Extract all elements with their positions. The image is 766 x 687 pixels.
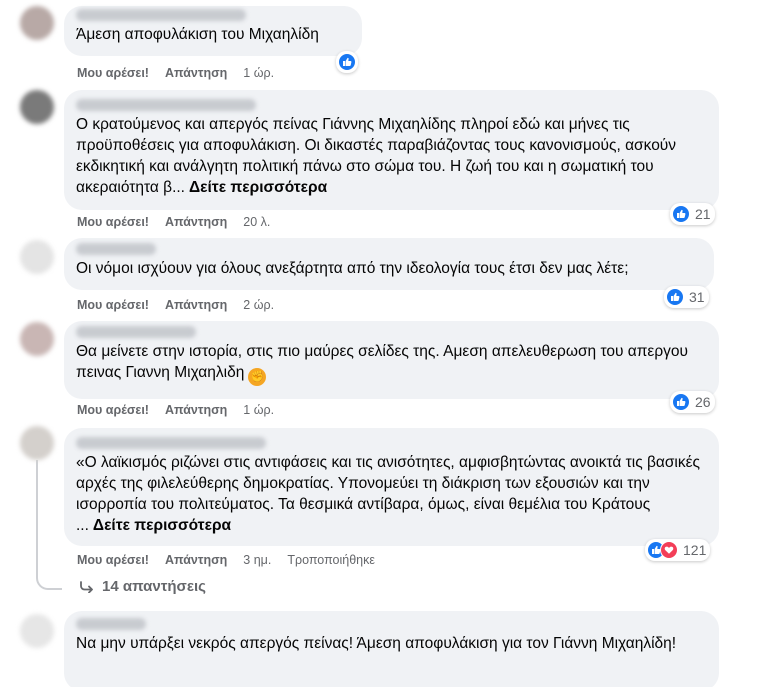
like-button[interactable]: Μου αρέσει! — [77, 403, 149, 417]
comment-actions: Μου αρέσει! Απάντηση 1 ώρ. — [77, 66, 290, 80]
timestamp[interactable]: 1 ώρ. — [243, 66, 274, 80]
timestamp[interactable]: 20 λ. — [243, 215, 270, 229]
reply-button[interactable]: Απάντηση — [165, 215, 227, 229]
reply-button[interactable]: Απάντηση — [165, 66, 227, 80]
see-more-link[interactable]: Δείτε περισσότερα — [189, 179, 327, 196]
reaction-summary[interactable]: 31 — [664, 286, 709, 308]
comment-bubble: Οι νόμοι ισχύουν για όλους ανεξάρτητα απ… — [64, 238, 714, 290]
like-button[interactable]: Μου αρέσει! — [77, 215, 149, 229]
reply-button[interactable]: Απάντηση — [165, 298, 227, 312]
timestamp[interactable]: 3 ημ. — [243, 553, 271, 567]
comment-text: Να μην υπάρξει νεκρός απεργός πείνας! Άμ… — [76, 635, 677, 652]
avatar[interactable] — [20, 90, 54, 124]
avatar[interactable] — [20, 322, 54, 356]
edited-label: Τροποποιήθηκε — [287, 553, 375, 567]
comment-text: Θα μείνετε στην ιστορία, στις πιο μαύρες… — [76, 341, 707, 386]
thread-line — [36, 460, 38, 578]
view-replies-button[interactable]: 14 απαντήσεις — [80, 578, 206, 595]
comment-body: Ο κρατούμενος και απεργός πείνας Γιάννης… — [76, 116, 677, 196]
see-more-link[interactable]: Δείτε περισσότερα — [93, 517, 231, 534]
comment-bubble: Ο κρατούμενος και απεργός πείνας Γιάννης… — [64, 90, 719, 210]
reply-button[interactable]: Απάντηση — [165, 553, 227, 567]
reaction-summary[interactable]: 26 — [670, 391, 715, 413]
reaction-count: 26 — [695, 394, 711, 410]
like-reaction-icon — [672, 205, 690, 223]
comment-bubble: «Ο λαϊκισμός ριζώνει στις αντιφάσεις και… — [64, 428, 719, 546]
like-reaction-icon — [666, 288, 684, 306]
reply-button[interactable]: Απάντηση — [165, 403, 227, 417]
thread-curve — [36, 576, 62, 590]
reaction-summary[interactable]: 21 — [670, 203, 715, 225]
author-name[interactable] — [76, 325, 707, 339]
author-name[interactable] — [76, 617, 707, 631]
timestamp[interactable]: 2 ώρ. — [243, 298, 274, 312]
reaction-summary[interactable] — [336, 51, 358, 73]
author-name[interactable] — [76, 98, 707, 112]
avatar[interactable] — [20, 6, 54, 40]
comment-text: Ο κρατούμενος και απεργός πείνας Γιάννης… — [76, 114, 707, 198]
comment-bubble: Άμεση αποφυλάκιση του Μιχαηλίδη — [64, 6, 362, 56]
avatar[interactable] — [20, 240, 54, 274]
comment-actions: Μου αρέσει! Απάντηση 2 ώρ. — [77, 298, 290, 312]
comment-body: Θα μείνετε στην ιστορία, στις πιο μαύρες… — [76, 343, 688, 381]
like-reaction-icon — [672, 393, 690, 411]
comment-actions: Μου αρέσει! Απάντηση 1 ώρ. — [77, 403, 290, 417]
comment-text: Άμεση αποφυλάκιση του Μιχαηλίδη — [76, 26, 319, 43]
reaction-count: 121 — [683, 542, 707, 558]
like-button[interactable]: Μου αρέσει! — [77, 553, 149, 567]
reply-arrow-icon — [80, 580, 93, 593]
comment-bubble: Θα μείνετε στην ιστορία, στις πιο μαύρες… — [64, 321, 719, 399]
reaction-summary[interactable]: 121 — [645, 539, 711, 561]
like-reaction-icon — [338, 53, 356, 71]
comment-actions: Μου αρέσει! Απάντηση 20 λ. — [77, 215, 286, 229]
replies-count-label: 14 απαντήσεις — [102, 578, 206, 595]
comment-actions: Μου αρέσει! Απάντηση 3 ημ. Τροποποιήθηκε — [77, 553, 391, 567]
avatar[interactable] — [20, 614, 54, 648]
reaction-count: 31 — [689, 289, 705, 305]
like-button[interactable]: Μου αρέσει! — [77, 298, 149, 312]
love-reaction-icon — [660, 541, 678, 559]
author-name[interactable] — [76, 8, 350, 22]
comment-text: «Ο λαϊκισμός ριζώνει στις αντιφάσεις και… — [76, 452, 707, 536]
timestamp[interactable]: 1 ώρ. — [243, 403, 274, 417]
comment-bubble: Να μην υπάρξει νεκρός απεργός πείνας! Άμ… — [64, 611, 719, 687]
avatar[interactable] — [20, 426, 54, 460]
fist-emoji-icon: ✊ — [248, 368, 267, 386]
reaction-count: 21 — [695, 206, 711, 222]
author-name[interactable] — [76, 242, 702, 256]
like-button[interactable]: Μου αρέσει! — [77, 66, 149, 80]
author-name[interactable] — [76, 436, 707, 450]
comment-text: Οι νόμοι ισχύουν για όλους ανεξάρτητα απ… — [76, 260, 629, 277]
